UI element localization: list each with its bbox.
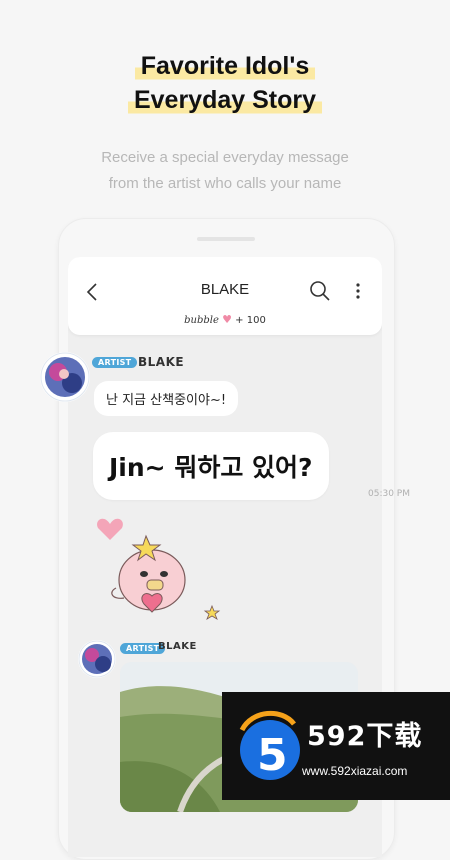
- message-bubble-large[interactable]: Jin~ 뭐하고 있어?: [93, 432, 329, 500]
- watermark-url: www.592xiazai.com: [302, 764, 408, 778]
- subtitle-line-1: Receive a special everyday message: [101, 149, 349, 166]
- headline-line-1: Favorite Idol's: [134, 50, 316, 82]
- headline: Favorite Idol's Everyday Story: [0, 50, 450, 118]
- artist-avatar[interactable]: [40, 352, 90, 402]
- more-icon[interactable]: [353, 279, 363, 307]
- artist-avatar-small[interactable]: [78, 640, 116, 678]
- chat-title: BLAKE: [200, 281, 250, 298]
- artist-badge: ARTIST: [92, 357, 138, 368]
- bubble-status: bubble ♥ + 100: [68, 313, 382, 326]
- subtitle: Receive a special everyday message from …: [0, 145, 450, 197]
- headline-line-2: Everyday Story: [127, 84, 323, 116]
- bubble-count: + 100: [235, 315, 266, 326]
- sender-name: BLAKE: [138, 355, 185, 369]
- watermark-logo: 5: [239, 710, 300, 781]
- phone-speaker: [197, 237, 255, 241]
- bubble-label: bubble: [184, 315, 219, 326]
- message-time: 05:30 PM: [368, 489, 410, 499]
- svg-text:5: 5: [257, 730, 288, 781]
- subtitle-line-2: from the artist who calls your name: [108, 175, 342, 192]
- watermark-brand: 592下载: [307, 721, 423, 752]
- sender-name-2: BLAKE: [158, 641, 197, 652]
- search-icon[interactable]: [308, 279, 332, 307]
- chat-app-bar: BLAKE bubble ♥ + 100: [68, 257, 382, 335]
- message-bubble[interactable]: 난 지금 산책중이야~!: [94, 381, 239, 416]
- heart-icon: ♥: [222, 313, 232, 326]
- sticker[interactable]: [94, 512, 224, 632]
- watermark-banner: 5 592下载 www.592xiazai.com: [222, 692, 450, 800]
